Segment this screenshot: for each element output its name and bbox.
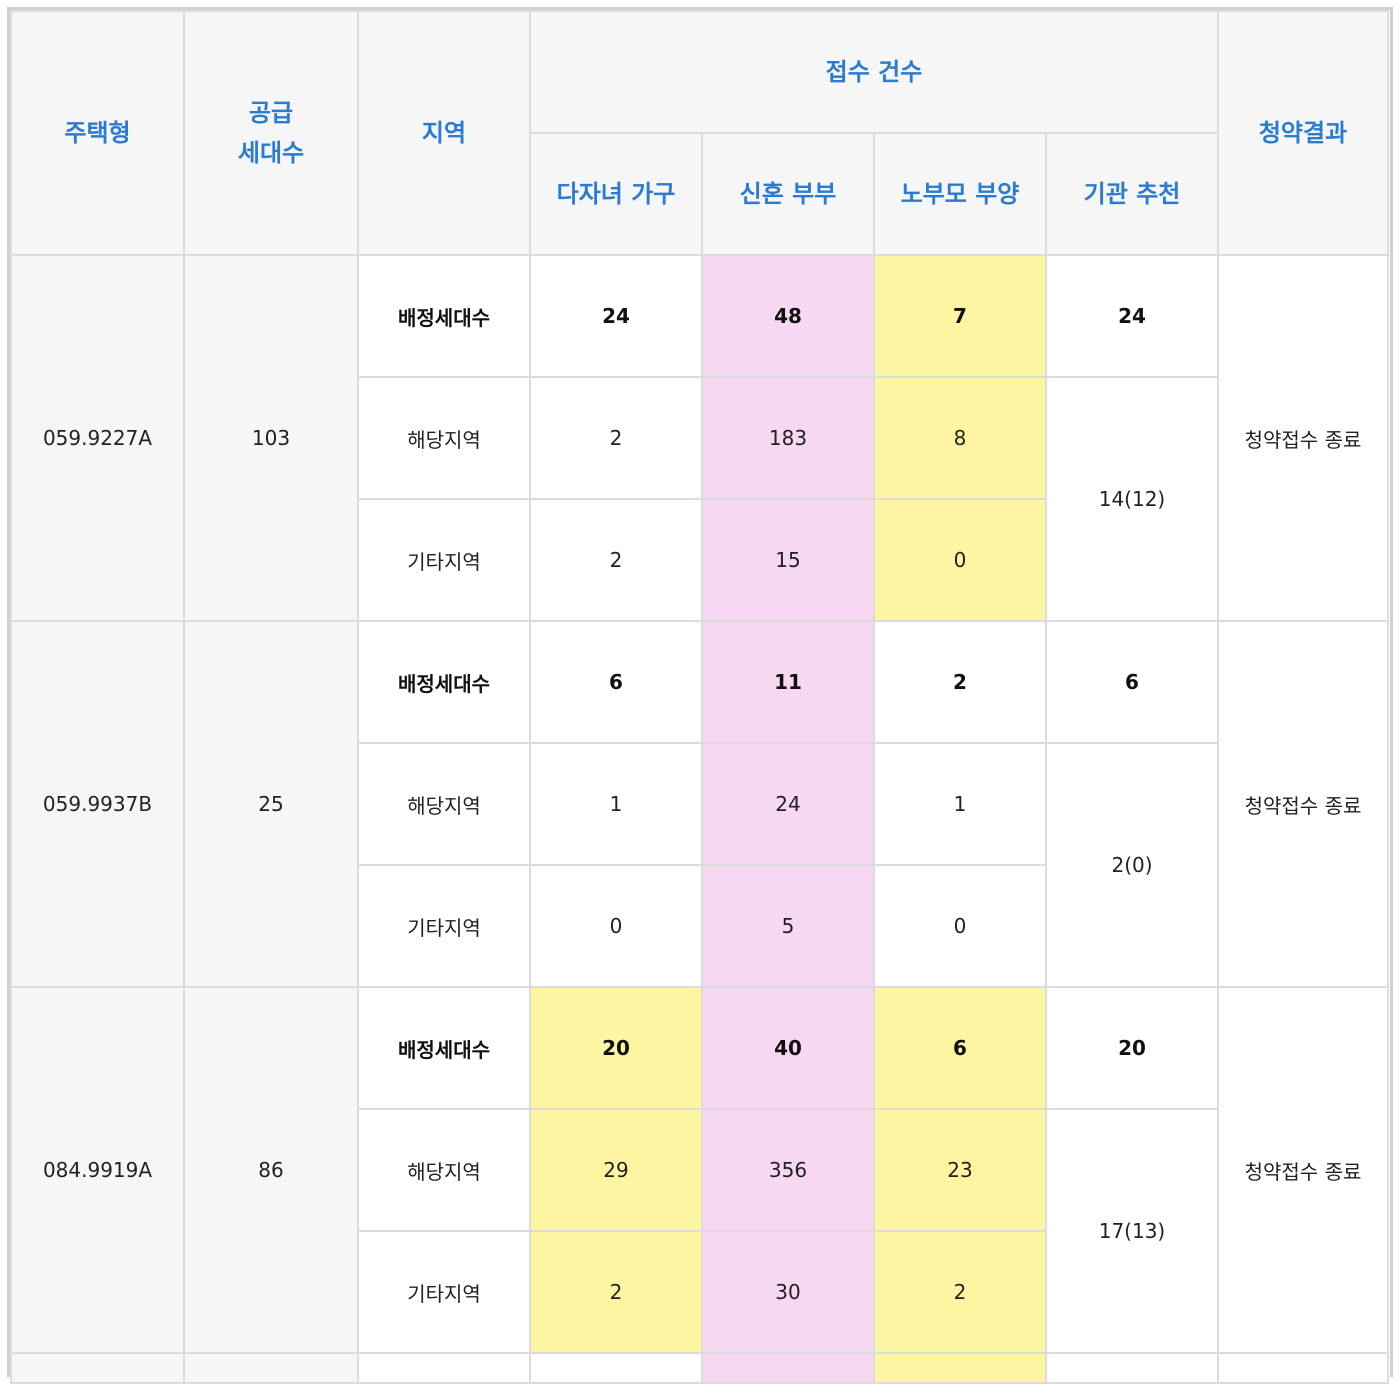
housing-type-cell: 059.9937B [10,620,185,988]
local-newlywed: 183 [701,376,875,500]
row-label-other: 기타지역 [357,864,531,988]
allocated-newlywed: 40 [701,986,875,1110]
header-housing-type: 주택형 [10,10,185,256]
result-cell: 청약접수 종료 [1217,620,1389,988]
allocated-multi-child: 24 [529,254,703,378]
allocated-elderly-parent: 7 [873,254,1047,378]
institution-received: 2(0) [1045,742,1219,988]
row-label-local: 해당지역 [357,376,531,500]
other-elderly-parent: 0 [873,498,1047,622]
header-applications: 접수 건수 [529,10,1219,134]
other-newlywed: 5 [701,864,875,988]
other-newlywed: 15 [701,498,875,622]
allocated-newlywed: 48 [701,254,875,378]
local-multi-child: 29 [529,1108,703,1232]
local-multi-child: 2 [529,376,703,500]
institution-received: 14(12) [1045,376,1219,622]
other-multi-child: 2 [529,498,703,622]
subscription-results-table: 주택형 공급 세대수 지역 접수 건수 청약결과 다자녀 가구 신혼 부부 노부… [10,10,1389,1384]
table-row: 059.9937B 25 배정세대수 6 11 2 6 청약접수 종료 [10,620,1389,988]
table-row: 059.9227A 103 배정세대수 24 48 7 24 청약접수 종료 [10,254,1389,622]
allocated-institution: 6 [1045,620,1219,744]
row-label-other: 기타지역 [357,1230,531,1354]
header-supply-line2: 세대수 [237,139,305,167]
allocated-elderly-parent: 2 [873,620,1047,744]
local-newlywed: 356 [701,1108,875,1232]
local-multi-child: 1 [529,742,703,866]
header-supply-line1: 공급 [248,99,294,127]
header-result: 청약결과 [1217,10,1389,256]
allocated-newlywed: 11 [701,620,875,744]
other-multi-child: 2 [529,1230,703,1354]
housing-type-cell: 084.9919A [10,986,185,1354]
result-cell: 청약접수 종료 [1217,986,1389,1354]
other-newlywed: 30 [701,1230,875,1354]
row-label-local: 해당지역 [357,1108,531,1232]
supply-cell: 86 [183,986,359,1354]
local-elderly-parent: 23 [873,1108,1047,1232]
other-elderly-parent: 2 [873,1230,1047,1354]
result-cell: 청약접수 종료 [1217,254,1389,622]
row-label-allocated: 배정세대수 [357,986,531,1110]
row-label-allocated: 배정세대수 [357,620,531,744]
other-elderly-parent: 0 [873,864,1047,988]
allocated-multi-child: 20 [529,986,703,1110]
header-multi-child: 다자녀 가구 [529,132,703,256]
table-row-partial [10,1352,1389,1384]
local-elderly-parent: 8 [873,376,1047,500]
other-multi-child: 0 [529,864,703,988]
local-elderly-parent: 1 [873,742,1047,866]
header-region: 지역 [357,10,531,256]
supply-cell: 103 [183,254,359,622]
allocated-institution: 24 [1045,254,1219,378]
row-label-allocated: 배정세대수 [357,254,531,378]
header-institution: 기관 추천 [1045,132,1219,256]
row-label-other: 기타지역 [357,498,531,622]
housing-type-cell: 059.9227A [10,254,185,622]
supply-cell: 25 [183,620,359,988]
table-row: 084.9919A 86 배정세대수 20 40 6 20 청약접수 종료 [10,986,1389,1354]
header-newlywed: 신혼 부부 [701,132,875,256]
institution-received: 17(13) [1045,1108,1219,1354]
row-label-local: 해당지역 [357,742,531,866]
header-supply: 공급 세대수 [183,10,359,256]
allocated-elderly-parent: 6 [873,986,1047,1110]
allocated-institution: 20 [1045,986,1219,1110]
header-elderly-parent: 노부모 부양 [873,132,1047,256]
allocated-multi-child: 6 [529,620,703,744]
local-newlywed: 24 [701,742,875,866]
